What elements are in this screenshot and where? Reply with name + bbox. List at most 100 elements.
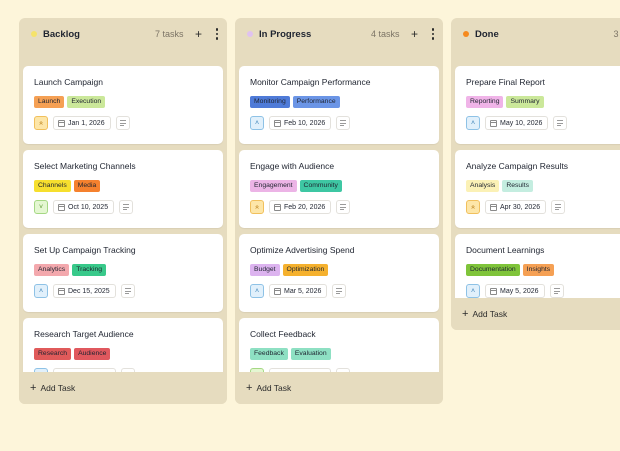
tag: Tracking bbox=[72, 264, 107, 276]
due-date[interactable]: May 5, 2026 bbox=[485, 284, 545, 298]
notes-icon[interactable] bbox=[336, 200, 351, 214]
calendar-icon bbox=[274, 203, 281, 211]
task-meta: ˄ May 10, 2026 bbox=[466, 116, 620, 130]
tag-list: Feedback Evaluation bbox=[250, 348, 429, 360]
task-count: 7 tasks bbox=[154, 29, 184, 39]
tag: Research bbox=[34, 348, 72, 360]
priority-med-icon[interactable]: ˄ bbox=[466, 284, 480, 298]
tag: Channels bbox=[34, 180, 71, 192]
add-icon[interactable]: + bbox=[194, 28, 204, 40]
notes-icon[interactable] bbox=[336, 116, 351, 130]
column-header: Backlog 7 tasks + bbox=[19, 18, 227, 50]
priority-high-icon[interactable]: » bbox=[466, 200, 480, 214]
tag-list: Analysis Results bbox=[466, 180, 620, 192]
priority-high-icon[interactable]: » bbox=[250, 200, 264, 214]
tag: Insights bbox=[522, 264, 555, 276]
priority-med-icon[interactable]: ˄ bbox=[250, 116, 264, 130]
tag: Audience bbox=[74, 348, 111, 360]
notes-icon[interactable] bbox=[551, 200, 566, 214]
calendar-icon bbox=[274, 119, 281, 127]
task-meta: ˅ Oct 10, 2025 bbox=[34, 200, 213, 214]
notes-icon[interactable] bbox=[120, 284, 135, 298]
due-date-text: Jan 1, 2026 bbox=[68, 119, 105, 127]
task-title: Optimize Advertising Spend bbox=[250, 245, 355, 255]
due-date[interactable]: Feb 10, 2026 bbox=[269, 116, 332, 130]
due-date[interactable]: Apr 30, 2026 bbox=[485, 200, 547, 214]
calendar-icon bbox=[490, 287, 497, 295]
tag: Results bbox=[502, 180, 533, 192]
notes-icon[interactable] bbox=[119, 200, 134, 214]
tag: Feedback bbox=[250, 348, 288, 360]
task-card[interactable]: Select Marketing Channels Channels Media ˅ O… bbox=[23, 150, 223, 228]
due-date[interactable]: Jan 1, 2026 bbox=[53, 116, 111, 130]
task-title: Research Target Audience bbox=[34, 329, 134, 339]
task-title: Set Up Campaign Tracking bbox=[34, 245, 136, 255]
priority-low-icon[interactable]: ˅ bbox=[34, 200, 48, 214]
add-task-label: Add Task bbox=[472, 309, 508, 319]
notes-icon[interactable] bbox=[553, 116, 568, 130]
more-options-icon[interactable] bbox=[215, 28, 218, 40]
task-count: 3 tasks bbox=[613, 29, 620, 39]
task-card[interactable]: Analyze Campaign Results Analysis Results »… bbox=[455, 150, 620, 228]
calendar-icon bbox=[58, 119, 65, 127]
due-date[interactable]: Oct 10, 2025 bbox=[53, 200, 115, 214]
due-date[interactable]: May 10, 2026 bbox=[485, 116, 549, 130]
task-card[interactable]: Launch Campaign Launch Execution » Jan 1, 20… bbox=[23, 66, 223, 144]
tag-list: Research Audience bbox=[34, 348, 213, 360]
tag: Analytics bbox=[34, 264, 70, 276]
task-title: Analyze Campaign Results bbox=[466, 161, 569, 171]
column-done: Done 3 tasks Prepare Final Report Reporting… bbox=[451, 18, 620, 330]
column-header: In Progress 4 tasks + bbox=[235, 18, 443, 50]
column-title: In Progress bbox=[259, 28, 312, 40]
task-card[interactable]: Set Up Campaign Tracking Analytics Trackin… bbox=[23, 234, 223, 312]
task-meta: » Apr 30, 2026 bbox=[466, 200, 620, 214]
due-date[interactable]: Mar 5, 2026 bbox=[269, 284, 328, 298]
calendar-icon bbox=[274, 287, 281, 295]
task-card[interactable]: Optimize Advertising Spend Budget Optimiza… bbox=[239, 234, 439, 312]
add-task-button[interactable]: + Add Task bbox=[19, 372, 227, 404]
status-dot bbox=[31, 31, 37, 37]
add-icon[interactable]: + bbox=[410, 28, 420, 40]
due-date[interactable]: Dec 15, 2025 bbox=[53, 284, 116, 298]
task-card[interactable]: Prepare Final Report Reporting Summary ˄ May… bbox=[455, 66, 620, 144]
tag-list: Channels Media bbox=[34, 180, 213, 192]
add-task-button[interactable]: + Add Task bbox=[451, 298, 620, 330]
priority-med-icon[interactable]: ˄ bbox=[250, 284, 264, 298]
tag: Engagement bbox=[250, 180, 297, 192]
task-title: Engage with Audience bbox=[250, 161, 335, 171]
add-task-label: Add Task bbox=[40, 383, 76, 393]
priority-high-icon[interactable]: » bbox=[34, 116, 48, 130]
task-card[interactable]: Monitor Campaign Performance Monitoring Pe… bbox=[239, 66, 439, 144]
kanban-board: Backlog 7 tasks + Launch Campaign Launch Exec… bbox=[0, 0, 620, 451]
due-date-text: Feb 10, 2026 bbox=[284, 119, 326, 127]
tag: Evaluation bbox=[290, 348, 331, 360]
task-title: Monitor Campaign Performance bbox=[250, 77, 371, 87]
tag-list: Launch Execution bbox=[34, 96, 213, 108]
due-date-text: Dec 15, 2025 bbox=[68, 287, 110, 295]
notes-icon[interactable] bbox=[115, 116, 130, 130]
priority-med-icon[interactable]: ˄ bbox=[466, 116, 480, 130]
task-meta: ˄ Feb 10, 2026 bbox=[250, 116, 429, 130]
add-task-button[interactable]: + Add Task bbox=[235, 372, 443, 404]
due-date[interactable]: Feb 20, 2026 bbox=[269, 200, 332, 214]
due-date-text: May 5, 2026 bbox=[500, 287, 539, 295]
tag: Analysis bbox=[466, 180, 500, 192]
plus-icon: + bbox=[462, 307, 469, 320]
calendar-icon bbox=[490, 203, 497, 211]
plus-icon: + bbox=[30, 381, 37, 394]
more-options-icon[interactable] bbox=[431, 28, 434, 40]
tag-list: Analytics Tracking bbox=[34, 264, 213, 276]
task-card[interactable]: Engage with Audience Engagement Community »… bbox=[239, 150, 439, 228]
notes-icon[interactable] bbox=[332, 284, 347, 298]
due-date-text: Feb 20, 2026 bbox=[284, 203, 326, 211]
priority-med-icon[interactable]: ˄ bbox=[34, 284, 48, 298]
tag-list: Engagement Community bbox=[250, 180, 429, 192]
notes-icon[interactable] bbox=[549, 284, 564, 298]
due-date-text: May 10, 2026 bbox=[500, 119, 543, 127]
column-backlog: Backlog 7 tasks + Launch Campaign Launch Exec… bbox=[19, 18, 227, 404]
task-meta: » Jan 1, 2026 bbox=[34, 116, 213, 130]
tag: Community bbox=[299, 180, 342, 192]
tag-list: Monitoring Performance bbox=[250, 96, 429, 108]
add-task-label: Add Task bbox=[256, 383, 292, 393]
tag: Media bbox=[73, 180, 101, 192]
